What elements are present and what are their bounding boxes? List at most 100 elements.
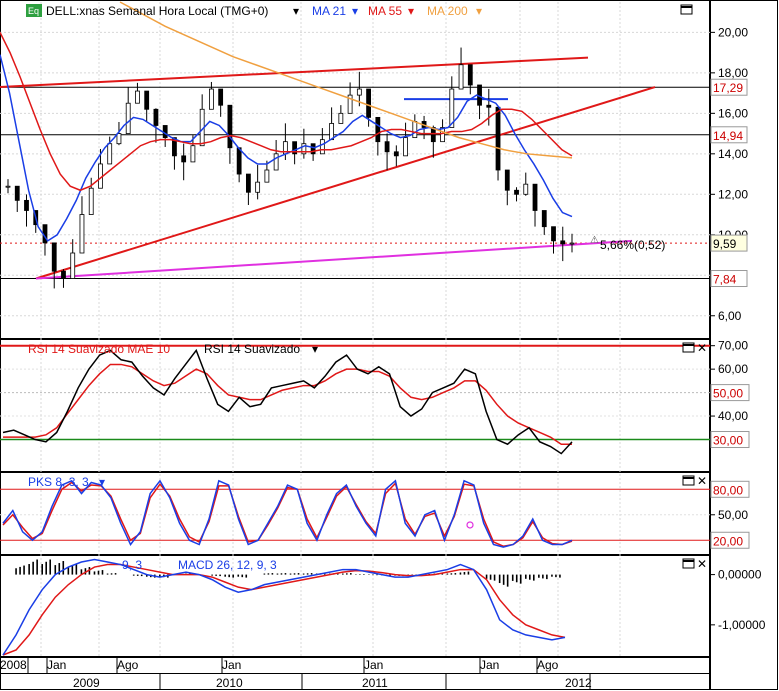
price-candle [14, 185, 20, 201]
price-candle [458, 64, 464, 90]
price-tick-label: 6,00 [718, 309, 742, 323]
close-icon[interactable]: ✕ [697, 341, 707, 355]
price-level-label: 17,29 [713, 81, 743, 95]
rsi-tick-label: 60,00 [718, 362, 748, 376]
price-candle [5, 185, 11, 188]
time-tick-label: Jan [47, 658, 66, 672]
price-candle [514, 189, 519, 195]
symbol-title[interactable]: DELL:xnas Semanal Hora Local (TMG+0) [46, 4, 268, 18]
chart-canvas: 20,0018,0016,0014,0012,0010,008,006,0017… [0, 0, 778, 690]
price-candle [70, 252, 76, 279]
rsi-tick-label: 40,00 [718, 409, 748, 423]
price-tick-label: 12,00 [718, 187, 748, 201]
price-panel [0, 0, 710, 339]
price-candle [366, 88, 371, 118]
price-candle [209, 88, 214, 110]
price-candle [551, 226, 556, 242]
price-candle [412, 121, 418, 139]
chevron-down-icon[interactable]: ▾ [476, 4, 482, 18]
macd-tick-label: 0,00000 [718, 568, 762, 582]
price-candle [467, 64, 473, 86]
price-candle [236, 147, 242, 175]
year-label: 2009 [73, 676, 100, 690]
price-candle [79, 214, 85, 254]
price-tick-label: 18,00 [718, 66, 748, 80]
close-icon[interactable]: ✕ [697, 557, 707, 571]
price-candle [116, 133, 122, 145]
price-tick-label: 14,00 [718, 147, 748, 161]
price-candle [125, 102, 131, 134]
year-label: 2011 [362, 676, 388, 690]
year-label: 2012 [565, 676, 592, 690]
chevron-down-icon[interactable]: ▾ [352, 4, 358, 18]
rsi-title-2[interactable]: RSI 14 Suavizado [204, 342, 300, 356]
price-candle [135, 90, 140, 104]
price-candle [560, 240, 566, 245]
pks-tick-label: 50,00 [718, 508, 748, 522]
rsi-tick-label: 70,00 [718, 339, 748, 353]
macd-title-2[interactable]: MACD 26, 12, 9, 3 [178, 558, 277, 572]
chevron-down-icon[interactable]: ▾ [312, 342, 318, 356]
time-tick-label: Jan [364, 658, 383, 672]
pks-level-label: 80,00 [713, 483, 743, 497]
price-candle [495, 106, 501, 171]
price-candle [523, 183, 529, 195]
price-candle [532, 183, 538, 211]
price-candle [88, 187, 94, 215]
price-candle [107, 143, 113, 165]
macd-tick-label: -1,00000 [718, 618, 766, 632]
price-candle [24, 199, 29, 211]
price-candle [273, 153, 279, 171]
pks-panel [0, 472, 710, 555]
price-tick-label: 20,00 [718, 25, 748, 39]
time-tick-label: Ago [117, 658, 139, 672]
price-candle [218, 88, 224, 106]
price-candle [504, 169, 510, 191]
chevron-down-icon[interactable]: ▾ [408, 4, 414, 18]
ma200-label[interactable]: MA 200 [427, 4, 468, 18]
chart-root: 20,0018,0016,0014,0012,0010,008,006,0017… [0, 0, 779, 691]
price-candle [569, 242, 575, 245]
price-level-label: 14,94 [713, 129, 743, 143]
time-tick-label: 2008 [0, 658, 27, 672]
time-tick-label: Jan [222, 658, 241, 672]
price-candle [319, 139, 325, 155]
price-candle [162, 125, 168, 139]
rsi-level-label: 50,00 [713, 387, 743, 401]
price-candle [227, 104, 233, 149]
price-candle [153, 108, 159, 126]
pks-title[interactable]: PKS 8, 3, 3 [28, 475, 89, 489]
price-tick-label: 16,00 [718, 106, 748, 120]
price-level-label: 7,84 [713, 273, 737, 287]
ma21-label[interactable]: MA 21 [312, 4, 346, 18]
price-candle [375, 116, 381, 143]
close-icon[interactable]: ✕ [697, 474, 707, 488]
price-candle [255, 181, 261, 193]
rsi-panel [0, 339, 710, 472]
rsi-title-1[interactable]: RSI 14 Suavizado MAE 10 [28, 342, 170, 356]
price-candle [393, 151, 399, 157]
year-label: 2010 [216, 676, 243, 690]
rsi-level-label: 30,00 [713, 434, 743, 448]
price-candle [190, 145, 196, 163]
alert-icon[interactable]: ⚠ [590, 235, 599, 246]
ma55-label[interactable]: MA 55 [368, 4, 402, 18]
price-candle [245, 173, 251, 193]
macd-title-1[interactable]: 9, 3 [122, 558, 142, 572]
price-candle [384, 141, 390, 153]
chevron-down-icon[interactable]: ▾ [99, 475, 105, 489]
price-candle [61, 270, 66, 279]
price-candle [486, 104, 492, 108]
price-candle [264, 169, 270, 183]
price-level-label: 9,59 [713, 237, 737, 251]
time-tick-label: Jan [480, 658, 499, 672]
gap-annotation: 5,66%(0,52) [600, 238, 665, 252]
price-candle [144, 90, 150, 110]
price-candle [338, 112, 344, 124]
price-candle [403, 137, 408, 157]
price-candle [356, 88, 362, 96]
price-candle [541, 210, 547, 228]
price-candle [51, 242, 57, 272]
price-candle [181, 155, 187, 163]
chevron-down-icon[interactable]: ▾ [293, 4, 299, 18]
